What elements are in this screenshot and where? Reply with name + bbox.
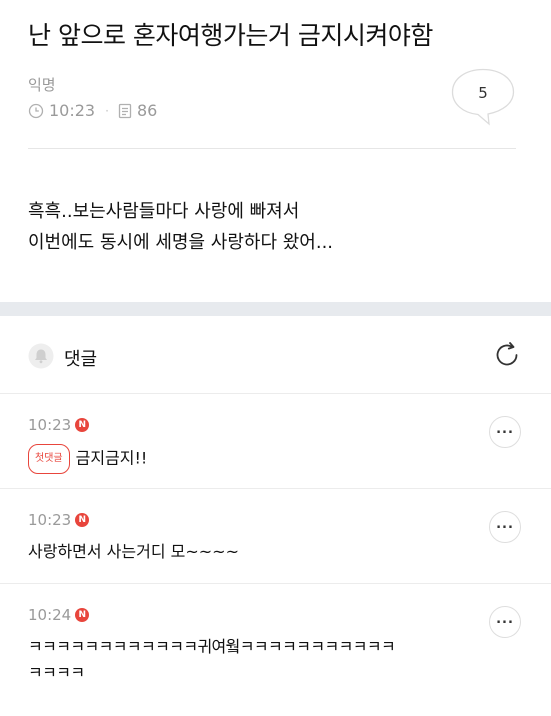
comment-meta: 10:23 N: [28, 416, 90, 434]
refresh-icon[interactable]: [492, 340, 522, 374]
clock-icon: [28, 103, 44, 119]
comment-meta: 10:23 N: [28, 511, 90, 529]
post-author: 익명: [28, 76, 56, 94]
post-title: 난 앞으로 혼자여행가는거 금지시켜야함: [28, 21, 433, 50]
more-dots-icon: ...: [496, 611, 514, 627]
more-options-button[interactable]: ...: [489, 416, 521, 448]
bell-icon: [28, 343, 54, 373]
post-meta: 10:23 · 86: [28, 101, 157, 120]
comment-time: 10:23: [28, 416, 72, 434]
comment-count: 5: [478, 84, 488, 102]
comments-title: 댓글: [64, 349, 98, 370]
comment-time: 10:24: [28, 606, 72, 624]
post-body-line: 이번에도 동시에 세명을 사랑하다 왔어...: [28, 232, 334, 253]
comment-count-button[interactable]: 5: [451, 68, 515, 126]
more-dots-icon: ...: [496, 421, 514, 437]
comment-text: ㅋㅋㅋㅋㅋㅋㅋㅋㅋㅋㅋㅋ귀여웤ㅋㅋㅋㅋㅋㅋㅋㅋㅋㅋㅋ ㅋㅋㅋㅋ: [28, 634, 396, 686]
new-badge: N: [75, 418, 90, 432]
section-divider: [0, 302, 551, 316]
header-divider: [28, 148, 516, 149]
comment-text: 첫댓글 금지금지!!: [28, 444, 147, 474]
comment-meta: 10:24 N: [28, 606, 90, 624]
post-body: 흑흑..보는사람들마다 사랑에 빠져서 이번에도 동시에 세명을 사랑하다 왔어…: [28, 196, 333, 258]
post-views: 86: [136, 101, 158, 120]
more-options-button[interactable]: ...: [489, 511, 521, 543]
comment-line: ㅋㅋㅋㅋ: [28, 663, 85, 682]
comment-item: 10:23 N 사랑하면서 사는거디 모~~~~ ...: [0, 489, 551, 583]
comments-header: 댓글: [0, 316, 551, 394]
comment-line: 금지금지!!: [75, 448, 148, 468]
comment-line: 사랑하면서 사는거디 모~~~~: [28, 542, 239, 561]
comment-text: 사랑하면서 사는거디 모~~~~: [28, 539, 239, 565]
meta-separator: ·: [105, 103, 109, 118]
first-comment-badge: 첫댓글: [28, 444, 70, 474]
more-options-button[interactable]: ...: [489, 606, 521, 638]
more-dots-icon: ...: [496, 516, 514, 532]
post-body-line: 흑흑..보는사람들마다 사랑에 빠져서: [28, 201, 300, 222]
comment-item: 10:24 N ㅋㅋㅋㅋㅋㅋㅋㅋㅋㅋㅋㅋ귀여웤ㅋㅋㅋㅋㅋㅋㅋㅋㅋㅋㅋ ㅋㅋㅋㅋ …: [0, 584, 551, 710]
new-badge: N: [75, 513, 90, 527]
comment-item: 10:23 N 첫댓글 금지금지!! ...: [0, 394, 551, 488]
comment-line: ㅋㅋㅋㅋㅋㅋㅋㅋㅋㅋㅋㅋ귀여웤ㅋㅋㅋㅋㅋㅋㅋㅋㅋㅋㅋ: [28, 637, 396, 656]
document-icon: [118, 103, 132, 119]
new-badge: N: [75, 608, 90, 622]
post-header: 난 앞으로 혼자여행가는거 금지시켜야함 익명 10:23 · 86 5: [0, 0, 551, 150]
comment-time: 10:23: [28, 511, 72, 529]
post-time: 10:23: [49, 101, 96, 120]
